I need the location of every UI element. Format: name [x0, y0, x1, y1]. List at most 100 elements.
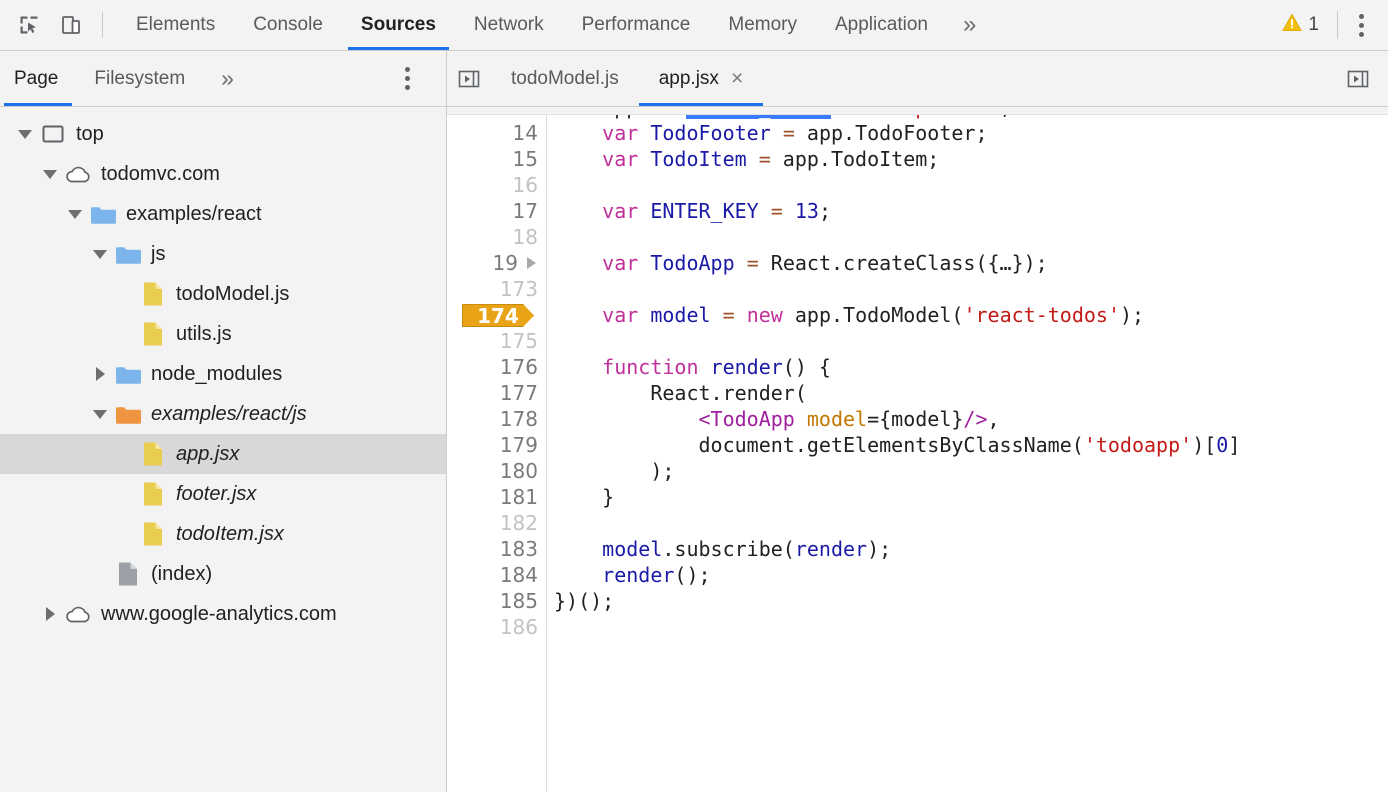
line-number[interactable]: 180: [447, 458, 546, 484]
chevron-down-icon[interactable]: [62, 210, 88, 219]
tab-filesystem[interactable]: Filesystem: [76, 51, 203, 106]
code-line: 182: [447, 510, 1388, 536]
tab-console[interactable]: Console: [234, 0, 342, 50]
line-number[interactable]: 181: [447, 484, 546, 510]
line-number[interactable]: 182: [447, 510, 546, 536]
tree-item-todomodel-js[interactable]: todoModel.js: [0, 274, 446, 314]
chevron-down-icon[interactable]: [87, 410, 113, 419]
devtools-toolbar: Elements Console Sources Network Perform…: [0, 0, 1388, 51]
warning-count-label: 1: [1308, 14, 1319, 36]
line-number[interactable]: 185: [447, 588, 546, 614]
tree-item-app-jsx[interactable]: app.jsx: [0, 434, 446, 474]
tree-item-js[interactable]: js: [0, 234, 446, 274]
line-number[interactable]: 184: [447, 562, 546, 588]
code-line: 18: [447, 224, 1388, 250]
line-number[interactable]: 176: [447, 354, 546, 380]
line-number[interactable]: 173: [447, 276, 546, 302]
chevron-right-icon[interactable]: [87, 367, 113, 381]
tree-item-index[interactable]: (index): [0, 554, 446, 594]
line-number[interactable]: 178: [447, 406, 546, 432]
line-number-label: 179: [500, 433, 538, 457]
code-line-text: );: [546, 458, 674, 484]
code-token: [747, 147, 759, 171]
code-token: [795, 407, 807, 431]
tab-page[interactable]: Page: [0, 51, 76, 106]
breakpoint-marker[interactable]: 174: [447, 302, 546, 328]
tree-item-www-google-analytics-com[interactable]: www.google-analytics.com: [0, 594, 446, 634]
code-token: TodoApp: [650, 251, 734, 275]
line-number[interactable]: 183: [447, 536, 546, 562]
line-number-label: 17: [513, 199, 538, 223]
tree-item-node-modules[interactable]: node_modules: [0, 354, 446, 394]
editor-tab-app-jsx[interactable]: app.jsx ×: [639, 51, 763, 106]
code-token: new: [747, 303, 783, 327]
tree-item-todoitem-jsx[interactable]: todoItem.jsx: [0, 514, 446, 554]
tab-memory[interactable]: Memory: [709, 0, 816, 50]
chevron-down-icon[interactable]: [37, 170, 63, 179]
chevron-right-icon[interactable]: [37, 607, 63, 621]
tab-network[interactable]: Network: [455, 0, 563, 50]
tree-item-examples-react-js[interactable]: examples/react/js: [0, 394, 446, 434]
tab-application[interactable]: Application: [816, 0, 947, 50]
tree-item-label: todomvc.com: [101, 164, 220, 184]
line-number[interactable]: 19: [447, 250, 546, 276]
tab-performance[interactable]: Performance: [563, 0, 710, 50]
code-line-text: var TodoFooter = app.TodoFooter;: [546, 120, 988, 146]
breakpoint-badge[interactable]: 174: [462, 304, 534, 327]
tree-item-label: www.google-analytics.com: [101, 604, 337, 624]
device-toolbar-icon[interactable]: [50, 3, 92, 47]
line-number-label: 182: [500, 511, 538, 535]
kebab-menu-icon[interactable]: [1344, 3, 1378, 47]
code-editor[interactable]: 13 app.COMPLETED_TODOS = 'completed';14 …: [447, 107, 1388, 792]
expand-sidebar-icon[interactable]: [1336, 51, 1380, 106]
close-icon[interactable]: ×: [731, 68, 743, 89]
navigator-kebab-menu-icon[interactable]: [390, 57, 424, 101]
tree-item-utils-js[interactable]: utils.js: [0, 314, 446, 354]
editor-tab-todomodel-js[interactable]: todoModel.js: [491, 51, 639, 106]
tab-elements[interactable]: Elements: [117, 0, 234, 50]
tree-item-top[interactable]: top: [0, 114, 446, 154]
navigator-more-tabs-button[interactable]: »: [203, 51, 252, 106]
code-token: [783, 199, 795, 223]
chevron-double-right-icon: »: [963, 11, 976, 39]
tree-item-footer-jsx[interactable]: footer.jsx: [0, 474, 446, 514]
cloud-icon: [63, 164, 93, 184]
code-line: 173: [447, 276, 1388, 302]
tree-item-label: examples/react/js: [151, 404, 307, 424]
chevron-down-icon[interactable]: [87, 250, 113, 259]
tab-label: Console: [253, 14, 323, 36]
folder-blue-icon: [113, 244, 143, 265]
line-number[interactable]: 175: [447, 328, 546, 354]
line-number[interactable]: 177: [447, 380, 546, 406]
line-number[interactable]: 15: [447, 146, 546, 172]
line-number[interactable]: 14: [447, 120, 546, 146]
code-token: [554, 355, 602, 379]
line-number[interactable]: 17: [447, 198, 546, 224]
navigator-tabbar: Page Filesystem »: [0, 51, 446, 107]
tree-item-todomvc-com[interactable]: todomvc.com: [0, 154, 446, 194]
more-tabs-button[interactable]: »: [947, 0, 992, 50]
collapse-sidebar-icon[interactable]: [447, 51, 491, 106]
code-token: =: [747, 251, 759, 275]
tab-label: Application: [835, 14, 928, 36]
line-number-label: 15: [513, 147, 538, 171]
code-token: function: [602, 355, 698, 379]
tab-label: Page: [14, 68, 58, 90]
code-token: );: [867, 537, 891, 561]
line-number[interactable]: 16: [447, 172, 546, 198]
tab-sources[interactable]: Sources: [342, 0, 455, 50]
line-number[interactable]: 179: [447, 432, 546, 458]
tree-item-examples-react[interactable]: examples/react: [0, 194, 446, 234]
code-line-text: <TodoApp model={model}/>,: [546, 406, 1000, 432]
tree-item-label: top: [76, 124, 104, 144]
line-number[interactable]: 18: [447, 224, 546, 250]
code-line: 16: [447, 172, 1388, 198]
editor-tab-label: todoModel.js: [511, 68, 619, 90]
chevron-down-icon[interactable]: [12, 130, 38, 139]
line-number[interactable]: 186: [447, 614, 546, 640]
code-token: [638, 121, 650, 145]
code-line-text: var model = new app.TodoModel('react-tod…: [546, 302, 1144, 328]
warning-count-badge[interactable]: 1: [1274, 13, 1327, 38]
code-fold-icon[interactable]: [527, 257, 536, 269]
inspect-element-icon[interactable]: [8, 3, 50, 47]
